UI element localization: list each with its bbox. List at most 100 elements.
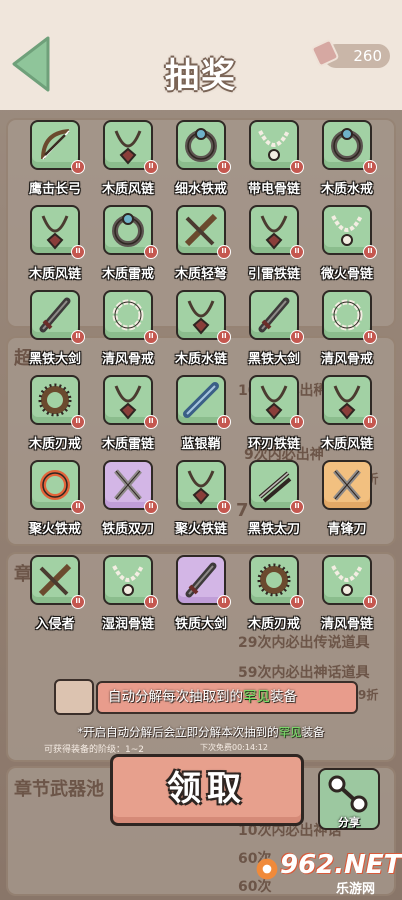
item-name: 木质雷戒 — [101, 267, 154, 282]
tier-badge: II — [144, 330, 158, 344]
reward-item[interactable]: II 木质风链 — [93, 120, 163, 212]
tier-badge: II — [217, 595, 231, 609]
bone-necklace-icon — [331, 565, 363, 596]
item-name: 聚火铁戒 — [28, 522, 81, 537]
reward-item[interactable]: II 木质雷戒 — [93, 205, 163, 297]
spike-ring-icon — [257, 563, 291, 597]
tier-badge: II — [217, 245, 231, 259]
watermark-sub: 乐游网 — [336, 882, 376, 897]
tier-badge: II — [363, 245, 377, 259]
reward-item[interactable]: II 黑铁大剑 — [239, 290, 309, 382]
currency-amount: 260 — [353, 47, 382, 65]
item-name: 带电骨链 — [247, 182, 300, 197]
item-name: 鹰击长弓 — [28, 182, 81, 197]
reward-item[interactable]: II 引雷铁链 — [239, 205, 309, 297]
watermark-text: 962.NET — [280, 850, 402, 880]
reward-item[interactable]: II 清风骨戒 — [312, 290, 382, 382]
tier-badge: II — [363, 330, 377, 344]
share-label: 分享 — [338, 816, 360, 829]
item-name: 木质水戒 — [320, 182, 373, 197]
twin-blades-icon — [114, 469, 142, 501]
fire-ring-icon — [40, 470, 70, 500]
tier-badge: II — [217, 330, 231, 344]
tier-badge: II — [290, 415, 304, 429]
reward-item[interactable]: II 入侵者 — [20, 555, 90, 647]
reward-item[interactable]: II 木质风链 — [312, 375, 382, 467]
necklace-icon — [41, 215, 69, 250]
tier-badge: II — [290, 160, 304, 174]
reward-item[interactable]: II 木质轻弩 — [166, 205, 236, 297]
ring-icon — [112, 213, 144, 247]
reward-item[interactable]: II 带电骨链 — [239, 120, 309, 212]
necklace-icon — [114, 130, 142, 165]
reward-item[interactable]: II 木质水戒 — [312, 120, 382, 212]
reward-item[interactable]: II 蓝银鞘 — [166, 375, 236, 467]
reward-item[interactable]: II 湿润骨链 — [93, 555, 163, 647]
reward-item[interactable]: II 黑铁太刀 — [239, 460, 309, 552]
reward-item[interactable]: II 聚火铁戒 — [20, 460, 90, 552]
reward-item[interactable]: II 微火骨链 — [312, 205, 382, 297]
reward-item[interactable]: 青锋刀 — [312, 460, 382, 552]
item-name: 蓝银鞘 — [181, 437, 221, 452]
bow-icon — [41, 129, 70, 160]
necklace-icon — [333, 385, 361, 420]
tier-badge: II — [144, 160, 158, 174]
item-name: 木质雷链 — [101, 437, 154, 452]
tier-badge: II — [71, 500, 85, 514]
reward-item[interactable]: II 聚火铁链 — [166, 460, 236, 552]
sword-icon — [185, 562, 217, 598]
reward-item[interactable]: II 木质风链 — [20, 205, 90, 297]
item-name: 清风骨戒 — [101, 352, 154, 367]
item-name: 木质轻弩 — [174, 267, 227, 282]
item-name: 聚火铁链 — [174, 522, 227, 537]
item-name: 引雷铁链 — [247, 267, 300, 282]
item-icon-frame — [322, 460, 372, 510]
reward-item[interactable]: II 铁质双刀 — [93, 460, 163, 552]
free-timer: 下次免费00:14:12 — [200, 743, 268, 752]
auto-highlight: 罕见 — [243, 689, 270, 705]
item-name: 木质风链 — [101, 182, 154, 197]
reward-item[interactable]: II 木质刃戒 — [239, 555, 309, 647]
note-highlight: 罕见 — [278, 725, 302, 739]
reward-item[interactable]: II 木质刃戒 — [20, 375, 90, 467]
tier-badge: II — [144, 245, 158, 259]
reward-item[interactable]: II 细水铁戒 — [166, 120, 236, 212]
tier-badge: II — [363, 415, 377, 429]
auto-decompose-note: *开启自动分解后会立即分解本次抽到的罕见装备 — [0, 724, 402, 740]
tier-badge: II — [71, 330, 85, 344]
necklace-icon — [260, 215, 288, 250]
item-name: 湿润骨链 — [101, 617, 154, 632]
item-name: 微火骨链 — [320, 267, 373, 282]
reward-item[interactable]: II 鹰击长弓 — [20, 120, 90, 212]
spike-ring-icon — [38, 383, 72, 417]
watermark: 962.NET 乐游网 — [254, 848, 401, 897]
bone-ring-icon — [112, 299, 144, 331]
item-name: 黑铁大剑 — [247, 352, 300, 367]
item-name: 黑铁大剑 — [28, 352, 81, 367]
reward-item[interactable]: II 黑铁大剑 — [20, 290, 90, 382]
tier-badge: II — [217, 160, 231, 174]
claim-button[interactable]: 领取 — [110, 754, 304, 826]
note-suffix: 装备 — [301, 725, 325, 739]
share-button[interactable]: 分享 — [318, 768, 380, 830]
tier-badge: II — [217, 500, 231, 514]
auto-decompose-banner[interactable]: 自动分解每次抽取到的罕见装备 — [96, 681, 358, 714]
reward-item[interactable]: II 清风骨链 — [312, 555, 382, 647]
auto-suffix: 装备 — [270, 689, 297, 705]
necklace-icon — [187, 470, 215, 505]
item-name: 环刃铁链 — [247, 437, 300, 452]
reward-item[interactable]: II 木质水链 — [166, 290, 236, 382]
reward-item[interactable]: II 铁质大剑 — [166, 555, 236, 647]
necklace-icon — [114, 385, 142, 420]
tier-badge: II — [71, 415, 85, 429]
ring-icon — [331, 128, 363, 162]
crossbow-icon — [184, 213, 218, 247]
auto-decompose-checkbox[interactable] — [54, 679, 94, 715]
currency-counter: 260 — [310, 38, 390, 68]
reward-item[interactable]: II 环刃铁链 — [239, 375, 309, 467]
reward-item[interactable]: II 清风骨戒 — [93, 290, 163, 382]
reward-item[interactable]: II 木质雷链 — [93, 375, 163, 467]
item-name: 木质风链 — [28, 267, 81, 282]
tier-badge: II — [217, 415, 231, 429]
tier-badge: II — [363, 595, 377, 609]
